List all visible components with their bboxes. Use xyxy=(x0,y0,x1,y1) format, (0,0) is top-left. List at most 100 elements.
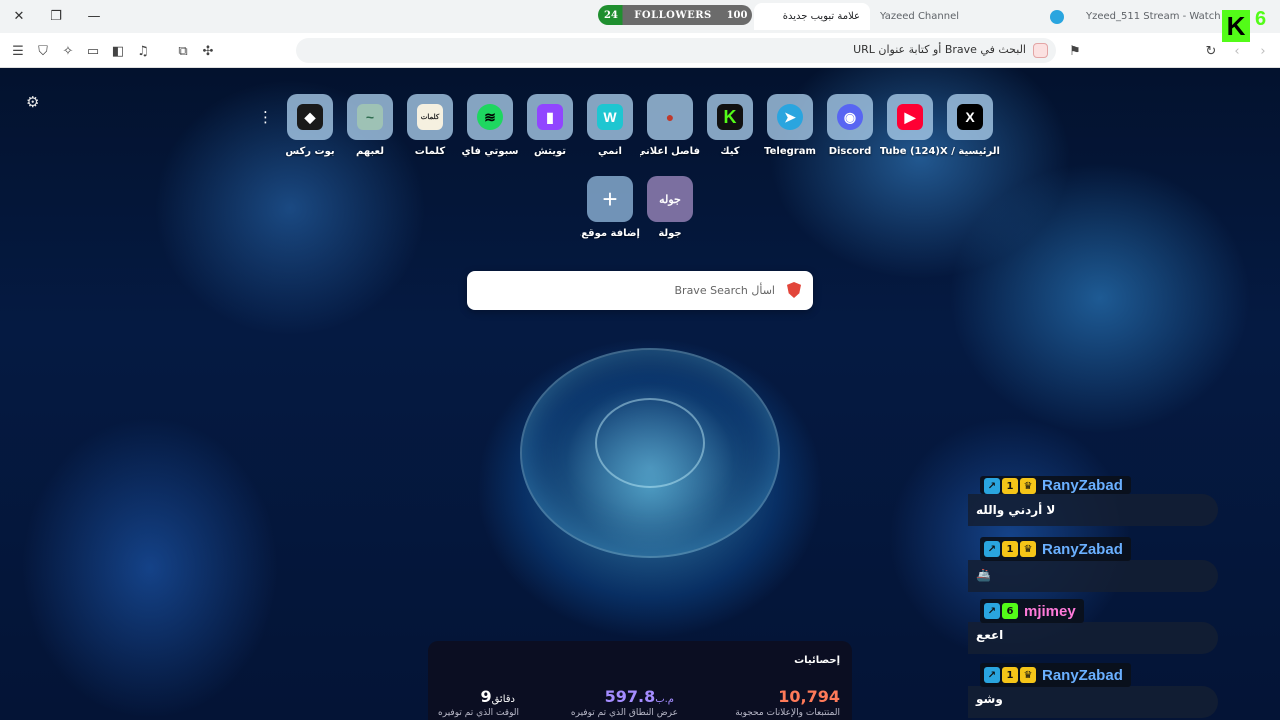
shortcut-youtube[interactable]: ▶ (124) YouTube... xyxy=(880,94,940,157)
music-icon: ♫ xyxy=(137,43,149,59)
tab-title: علامة تبويب جديدة xyxy=(782,11,860,22)
tab-title: Yazeed Channel xyxy=(880,11,959,22)
ad-icon: ● xyxy=(665,109,675,125)
tab-yazeed-channel[interactable]: Yazeed Channel xyxy=(870,3,1020,30)
tile-label: (124) YouTube... xyxy=(880,146,940,157)
wallet-icon: ▭ xyxy=(86,43,100,59)
tile-box: ◆ xyxy=(287,94,333,140)
tile-label: كلمات xyxy=(414,146,446,157)
toolbar: ☰ ⛉ ✧ ▭ ◧ ♫ ⧉ ✣ ▲ ⛊ البحث في Brave أو كت… xyxy=(0,33,1280,68)
shortcut-twitch[interactable]: ▮ تويتش xyxy=(520,94,580,157)
tile-box: ▮ xyxy=(527,94,573,140)
stat-time: دقائق9 الوقت الذي تم توفيره xyxy=(438,687,519,718)
shortcut-telegram[interactable]: ➤ Telegram xyxy=(760,94,820,157)
tile-label: Telegram xyxy=(764,146,816,157)
tile-label: بوت ركس xyxy=(285,146,335,157)
forward-button[interactable]: ‹ xyxy=(1228,42,1246,60)
settings-button[interactable]: ⚙ xyxy=(26,94,42,110)
shortcut-discord[interactable]: ◉ Discord xyxy=(820,94,880,157)
bookmark-icon: ⚑ xyxy=(1069,43,1081,59)
shortcut-anime[interactable]: W انمي xyxy=(580,94,640,157)
capture-icon: ⧉ xyxy=(178,43,188,59)
twitch-icon: ▮ xyxy=(537,104,563,130)
spotify-icon: ≋ xyxy=(477,104,503,130)
bot-icon: ◆ xyxy=(297,104,323,130)
youtube-icon: ▶ xyxy=(897,104,923,130)
shortcut-x[interactable]: X الرئيسية / X xyxy=(940,94,1000,157)
tile-label: جولة xyxy=(658,228,682,239)
tile-label: لعبهم xyxy=(356,146,384,157)
tile-box: K xyxy=(707,94,753,140)
tile-box: X xyxy=(947,94,993,140)
tile-box: كلمات xyxy=(407,94,453,140)
url-input[interactable]: البحث في Brave أو كتابة عنوان URL xyxy=(853,43,1026,56)
tile-box: ~ xyxy=(347,94,393,140)
back-button[interactable]: › xyxy=(1254,42,1272,60)
stat-label: المتتبعات والإعلانات محجوبة xyxy=(735,708,840,718)
sidebar-icon: ◧ xyxy=(111,43,125,59)
tile-label: سبوتي فاي xyxy=(461,146,519,157)
leo-button[interactable]: ✧ xyxy=(59,42,77,60)
discord-icon: ◉ xyxy=(837,104,863,130)
anime-icon: W xyxy=(597,104,623,130)
shortcut-game[interactable]: ~ لعبهم xyxy=(340,94,400,157)
minimize-window-button[interactable]: — xyxy=(82,5,106,27)
shortcut-words[interactable]: كلمات كلمات xyxy=(400,94,460,157)
shortcut-ad-break[interactable]: ● فاصل اعلاني xyxy=(640,94,700,157)
tile-label: Discord xyxy=(828,146,872,157)
tile-label: تويتش xyxy=(534,146,566,157)
search-input[interactable]: اسأل Brave Search xyxy=(675,284,776,297)
sidebar-button[interactable]: ◧ xyxy=(109,42,127,60)
shortcuts-menu-button[interactable]: ⋮ xyxy=(258,108,273,126)
stat-unit: دقائق xyxy=(491,694,515,705)
stat-unit: م.ب xyxy=(655,694,674,705)
kick-icon: K xyxy=(717,104,743,130)
tab-new-tab[interactable]: علامة تبويب جديدة xyxy=(754,3,870,30)
screenshot-button[interactable]: ⧉ xyxy=(174,42,192,60)
shortcut-tour[interactable]: جوله جولة xyxy=(640,176,700,239)
x-icon: X xyxy=(957,104,983,130)
tab-title: Yzeed_511 Stream - Watch Live xyxy=(1086,11,1222,22)
restore-icon: ❐ xyxy=(50,8,62,24)
bookmark-button[interactable]: ⚑ xyxy=(1066,42,1084,60)
telegram-icon xyxy=(1050,9,1064,24)
media-button[interactable]: ♫ xyxy=(134,42,152,60)
tile-label: كيك xyxy=(720,146,740,157)
stat-trackers: 10,794 المتتبعات والإعلانات محجوبة xyxy=(735,687,840,718)
tile-box: ≋ xyxy=(467,94,513,140)
plus-icon: + xyxy=(602,183,618,214)
menu-button[interactable]: ☰ xyxy=(9,42,27,60)
tile-box: ➤ xyxy=(767,94,813,140)
tile-box: ▶ xyxy=(887,94,933,140)
restore-window-button[interactable]: ❐ xyxy=(44,5,68,27)
brave-search-box[interactable]: اسأل Brave Search xyxy=(467,271,813,310)
add-site-button[interactable]: + إضافة موقع... xyxy=(580,176,640,239)
tile-label: إضافة موقع... xyxy=(580,228,640,239)
stats-panel: إحصائيات 10,794 المتتبعات والإعلانات محج… xyxy=(428,641,852,720)
close-icon: ✕ xyxy=(13,8,25,24)
puzzle-icon: ✣ xyxy=(202,43,214,59)
shield-icon: ⛉ xyxy=(38,43,48,59)
shortcut-kick[interactable]: K كيك xyxy=(700,94,760,157)
stat-value: 9 xyxy=(480,687,492,706)
tile-label: الرئيسية / X xyxy=(940,146,1000,157)
shortcut-spotify[interactable]: ≋ سبوتي فاي xyxy=(460,94,520,157)
kebab-icon: ⋮ xyxy=(258,108,273,126)
close-window-button[interactable]: ✕ xyxy=(7,5,31,27)
wallet-button[interactable]: ▭ xyxy=(84,42,102,60)
extensions-button[interactable]: ✣ xyxy=(199,42,217,60)
vpn-button[interactable]: ⛉ xyxy=(34,42,52,60)
background-detail xyxy=(595,398,705,488)
gear-icon: ⚙ xyxy=(26,93,40,111)
tile-box: W xyxy=(587,94,633,140)
tile-box: جوله xyxy=(647,176,693,222)
url-bar[interactable]: البحث في Brave أو كتابة عنوان URL xyxy=(296,38,1056,63)
telegram-icon: ➤ xyxy=(777,104,803,130)
hamburger-icon: ☰ xyxy=(12,43,24,59)
tile-box: + xyxy=(587,176,633,222)
minimize-icon: — xyxy=(87,8,101,24)
shortcut-bot-rex[interactable]: ◆ بوت ركس xyxy=(280,94,340,157)
reload-button[interactable]: ↻ xyxy=(1202,42,1220,60)
stat-label: عرض النطاق الذي تم توفيره xyxy=(570,708,678,718)
tab-stream[interactable]: Yzeed_511 Stream - Watch Live xyxy=(1040,3,1222,30)
